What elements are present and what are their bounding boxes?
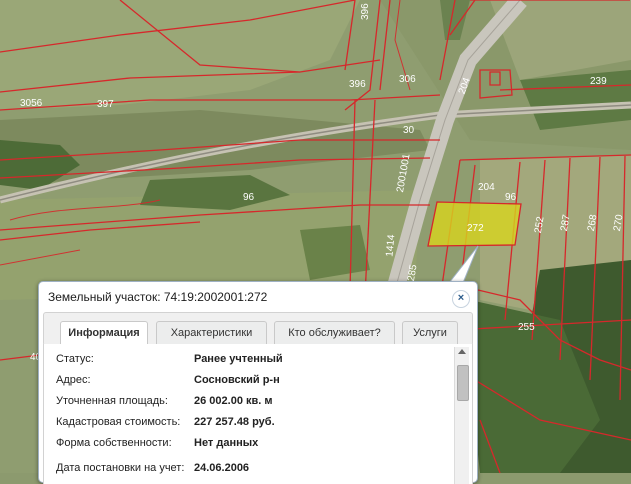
popup-title: Земельный участок: 74:19:2002001:272 [48, 290, 268, 304]
parcel-label: 306 [399, 74, 416, 85]
parcel-label: 239 [590, 76, 607, 87]
parcel-label: 204 [478, 182, 495, 193]
registration-date-label: Дата постановки на учет: [56, 462, 185, 474]
registration-date-value: 24.06.2006 [194, 462, 250, 474]
cadastral-value-label: Кадастровая стоимость: [56, 416, 181, 428]
scrollbar-thumb[interactable] [457, 365, 469, 401]
parcel-label: 96 [243, 192, 255, 203]
status-label: Статус: [56, 353, 94, 365]
ownership-label: Форма собственности: [56, 437, 172, 449]
parcel-label: 30 [403, 125, 415, 136]
tab-characteristics[interactable]: Характеристики [156, 321, 267, 345]
area-value: 26 002.00 кв. м [194, 395, 273, 407]
area-label: Уточненная площадь: [56, 395, 168, 407]
cadastral-value-value: 227 257.48 руб. [194, 416, 275, 428]
address-label: Адрес: [56, 374, 91, 386]
close-button[interactable]: × [452, 290, 470, 308]
scroll-up-icon[interactable] [458, 349, 466, 354]
tab-who-serves[interactable]: Кто обслуживает? [274, 321, 395, 345]
tab-information[interactable]: Информация [60, 321, 148, 346]
parcel-label: 396 [349, 79, 366, 90]
status-value: Ранее учтенный [194, 353, 283, 365]
info-pane: Статус: Ранее учтенный Адрес: Сосновский… [43, 344, 473, 484]
parcel-label: 396 [360, 3, 371, 20]
parcel-label: 397 [97, 99, 114, 110]
ownership-value: Нет данных [194, 437, 259, 449]
tab-services[interactable]: Услуги [402, 321, 458, 345]
parcel-label: 96 [505, 192, 517, 203]
parcel-label: 3056 [20, 98, 43, 109]
tab-bar: Информация Характеристики Кто обслуживае… [43, 312, 473, 346]
address-value: Сосновский р-н [194, 374, 280, 386]
parcel-label: 1414 [384, 234, 397, 258]
scrollbar[interactable] [454, 347, 469, 484]
parcel-label: 255 [518, 322, 535, 333]
parcel-label: 272 [467, 223, 484, 234]
parcel-info-popup: Земельный участок: 74:19:2002001:272 × И… [38, 281, 478, 484]
